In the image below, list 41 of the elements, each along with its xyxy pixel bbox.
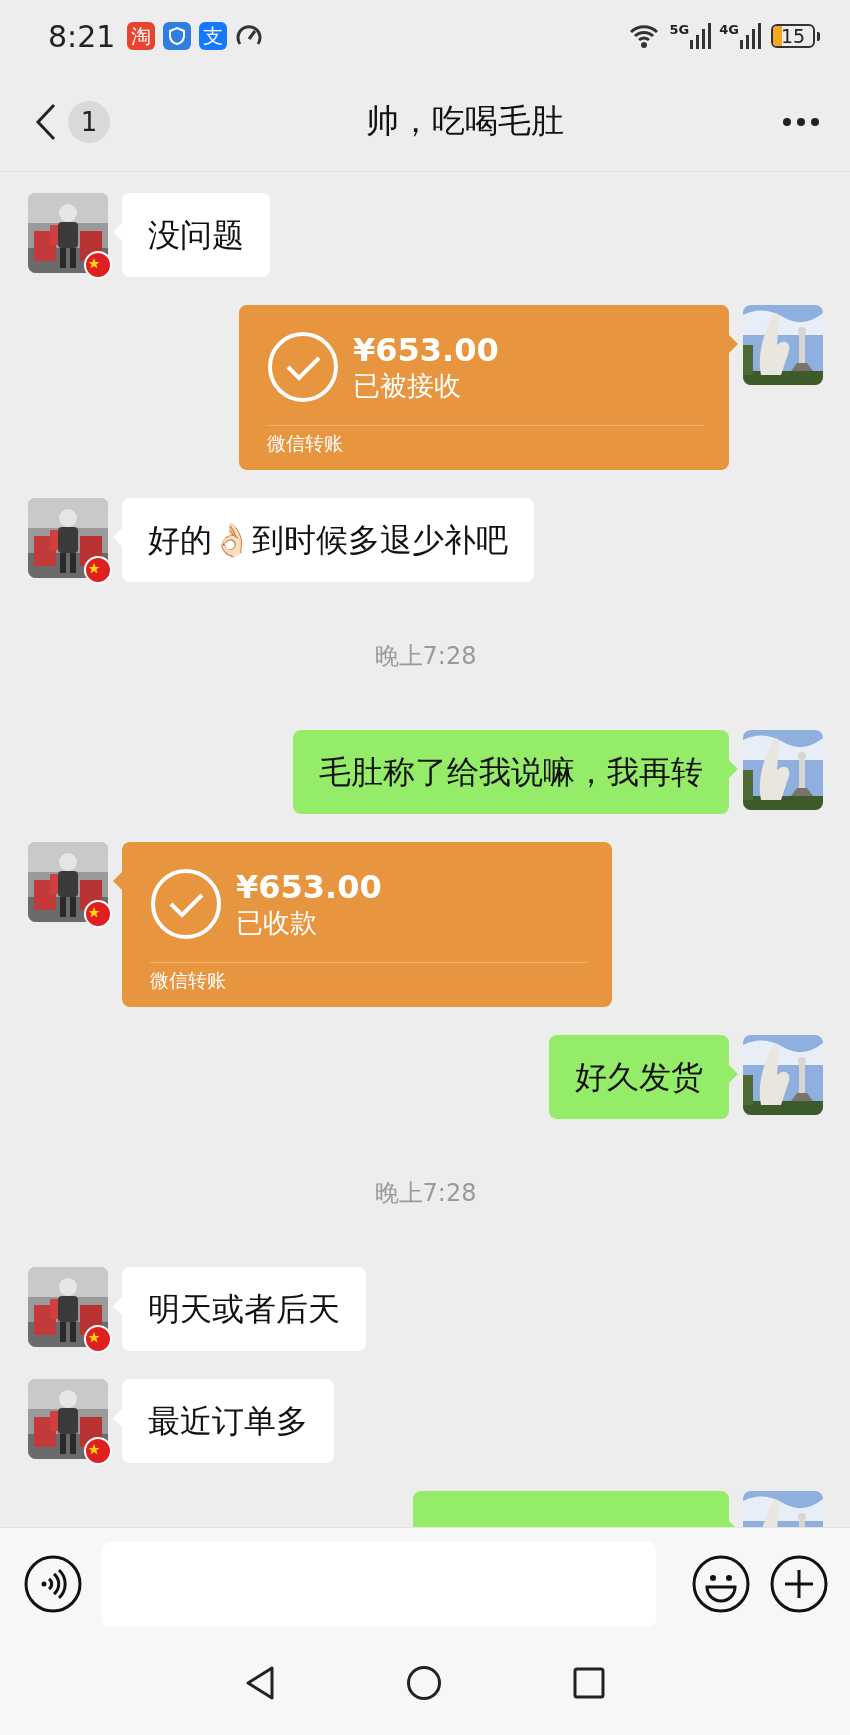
transfer-status: 已收款 [236,906,318,940]
flag-badge-icon [84,1437,112,1465]
smiley-icon [692,1555,750,1613]
transfer-label: 微信转账 [150,968,227,993]
back-chevron-icon [34,101,58,142]
more-button[interactable] [782,116,820,127]
nav-home-button[interactable] [406,1664,442,1701]
unread-count: 1 [68,100,110,143]
flag-badge-icon [84,251,112,279]
timestamp: 晚上7:28 [374,641,477,672]
voice-icon [24,1555,82,1613]
flag-badge-icon [84,900,112,928]
check-circle-icon [150,868,222,940]
nav-recents-button[interactable] [572,1665,606,1700]
home-circle-icon [406,1664,442,1701]
transfer-status: 已被接收 [353,369,462,403]
battery-icon: 15 [771,24,815,48]
square-recents-icon [572,1665,606,1700]
clock-time: 8:21 [48,18,116,54]
back-button[interactable] [34,101,58,142]
network-label: 4G [719,23,739,36]
nav-back-button[interactable] [244,1664,276,1701]
transfer-amount: ¥653.00 [236,868,382,906]
plus-icon [770,1555,828,1613]
network-label: 5G [669,23,690,36]
app-notification-icon: 淘 [127,22,156,50]
signal-icon [739,22,761,50]
check-circle-icon [267,331,339,403]
timestamp: 晚上7:28 [374,1178,477,1209]
transfer-label: 微信转账 [267,431,344,456]
chat-title: 帅，吃喝毛肚 [366,100,564,142]
flag-badge-icon [84,1325,112,1353]
triangle-back-icon [244,1664,276,1701]
flag-badge-icon [84,556,112,584]
transfer-amount: ¥653.00 [353,331,499,369]
add-button[interactable] [770,1555,828,1613]
emoji-button[interactable] [692,1555,750,1613]
app-notification-icon: 支 [199,22,228,50]
more-icon [782,116,820,127]
signal-icon [689,22,712,50]
voice-button[interactable] [24,1555,82,1613]
